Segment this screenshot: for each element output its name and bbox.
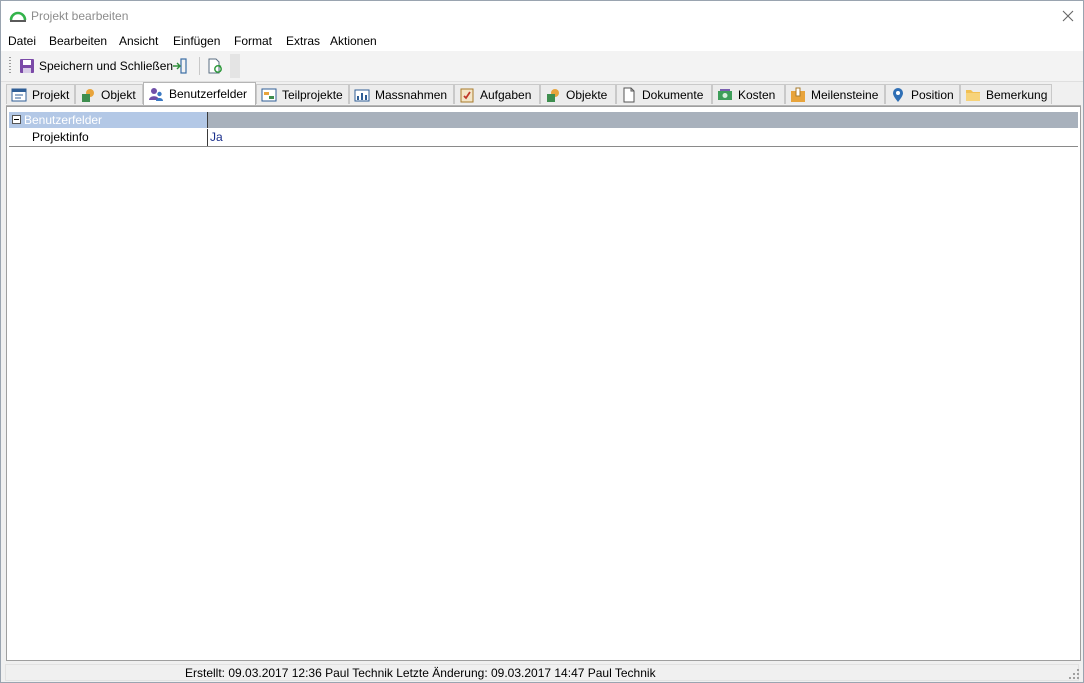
object-shapes-icon — [82, 88, 94, 102]
property-name: Projektinfo — [32, 130, 89, 144]
tab-bemerkung-label: Bemerkung — [986, 87, 1048, 102]
toolbar-overflow — [230, 54, 240, 78]
tab-dokumente[interactable]: Dokumente — [616, 84, 712, 104]
task-clipboard-icon — [460, 88, 474, 102]
category-header[interactable]: Benutzerfelder — [9, 112, 1078, 128]
category-label: Benutzerfelder — [24, 113, 103, 127]
tab-position-label: Position — [911, 87, 954, 102]
collapse-icon[interactable] — [12, 115, 21, 124]
property-value[interactable]: Ja — [210, 130, 223, 144]
menu-bar: Datei Bearbeiten Ansicht Einfügen Format… — [1, 31, 1083, 51]
tab-position[interactable]: Position — [885, 84, 960, 104]
tab-bemerkung[interactable]: Bemerkung — [960, 84, 1052, 104]
tab-meilensteine[interactable]: Meilensteine — [785, 84, 885, 104]
menu-format-label: Format — [234, 34, 273, 48]
tab-projekt-label: Projekt — [32, 87, 70, 102]
measures-icon — [354, 89, 370, 101]
save-and-close-label: Speichern und Schließen — [39, 59, 174, 73]
menu-einfuegen[interactable]: Einfügen — [173, 34, 220, 48]
tab-projekt[interactable]: Projekt — [6, 84, 75, 104]
document-icon — [623, 87, 635, 102]
window-title: Projekt bearbeiten — [31, 9, 129, 23]
tab-teilprojekte-label: Teilprojekte — [282, 87, 343, 102]
property-name-cell: Projektinfo — [9, 129, 208, 146]
exit-button[interactable] — [169, 55, 191, 77]
tab-objekte-label: Objekte — [566, 87, 608, 102]
menu-aktionen-label: Aktionen — [330, 34, 377, 48]
status-text: Erstellt: 09.03.2017 12:36 Paul Technik … — [185, 666, 656, 680]
menu-extras[interactable]: Extras — [286, 34, 320, 48]
users-icon — [149, 88, 163, 101]
exit-door-icon — [173, 58, 187, 74]
tab-objekte[interactable]: Objekte — [540, 84, 616, 104]
property-grid: Benutzerfelder Projektinfo Ja — [6, 106, 1081, 661]
note-folder-icon — [966, 89, 980, 101]
refresh-button[interactable] — [204, 55, 226, 77]
tab-strip: Projekt Objekt Benutzerfelder Teilprojek… — [6, 82, 1081, 106]
app-logo-icon — [9, 11, 27, 22]
tab-objekt[interactable]: Objekt — [75, 84, 143, 104]
dialog-window: Projekt bearbeiten Datei Bearbeiten Ansi… — [0, 0, 1084, 683]
menu-extras-label: Extras — [286, 34, 321, 48]
toolbar: Speichern und Schließen — [1, 51, 1083, 82]
tab-objekt-label: Objekt — [101, 87, 136, 102]
menu-bearbeiten[interactable]: Bearbeiten — [49, 34, 107, 48]
tab-teilprojekte[interactable]: Teilprojekte — [256, 84, 349, 104]
title-bar: Projekt bearbeiten — [1, 1, 1083, 31]
tab-kosten[interactable]: Kosten — [712, 84, 785, 104]
menu-datei-label: Datei — [8, 34, 37, 48]
subprojects-icon — [261, 88, 277, 101]
save-and-close-button[interactable]: Speichern und Schließen — [15, 55, 177, 77]
toolbar-grip[interactable] — [9, 57, 11, 75]
toolbar-separator — [199, 57, 200, 75]
tab-kosten-label: Kosten — [738, 87, 776, 102]
document-refresh-icon — [208, 58, 222, 74]
status-bar: Erstellt: 09.03.2017 12:36 Paul Technik … — [1, 662, 1083, 682]
menu-ansicht-label: Ansicht — [119, 34, 159, 48]
menu-bearbeiten-label: Bearbeiten — [49, 34, 108, 48]
resize-grip-icon[interactable] — [1069, 669, 1079, 679]
tab-aufgaben-label: Aufgaben — [480, 87, 532, 102]
menu-datei[interactable]: Datei — [8, 34, 36, 48]
close-icon — [1062, 10, 1074, 22]
tab-benutzerfelder[interactable]: Benutzerfelder — [143, 82, 256, 105]
menu-einfuegen-label: Einfügen — [173, 34, 221, 48]
tab-benutzerfelder-label: Benutzerfelder — [169, 87, 248, 101]
close-button[interactable] — [1053, 1, 1083, 31]
floppy-disk-icon — [20, 59, 34, 73]
tab-dokumente-label: Dokumente — [642, 87, 704, 102]
project-form-icon — [11, 88, 27, 101]
tab-massnahmen-label: Massnahmen — [375, 87, 448, 102]
category-header-name-cell: Benutzerfelder — [9, 112, 208, 128]
map-pin-icon — [893, 87, 903, 102]
objects-shapes-icon — [547, 88, 559, 102]
menu-format[interactable]: Format — [234, 34, 272, 48]
property-row[interactable]: Projektinfo Ja — [9, 129, 1078, 147]
tab-aufgaben[interactable]: Aufgaben — [454, 84, 540, 104]
milestone-box-icon — [791, 87, 805, 102]
tab-meilensteine-label: Meilensteine — [811, 87, 879, 102]
tab-massnahmen[interactable]: Massnahmen — [349, 84, 454, 104]
menu-aktionen[interactable]: Aktionen — [330, 34, 377, 48]
costs-money-icon — [718, 88, 732, 100]
menu-ansicht[interactable]: Ansicht — [119, 34, 158, 48]
